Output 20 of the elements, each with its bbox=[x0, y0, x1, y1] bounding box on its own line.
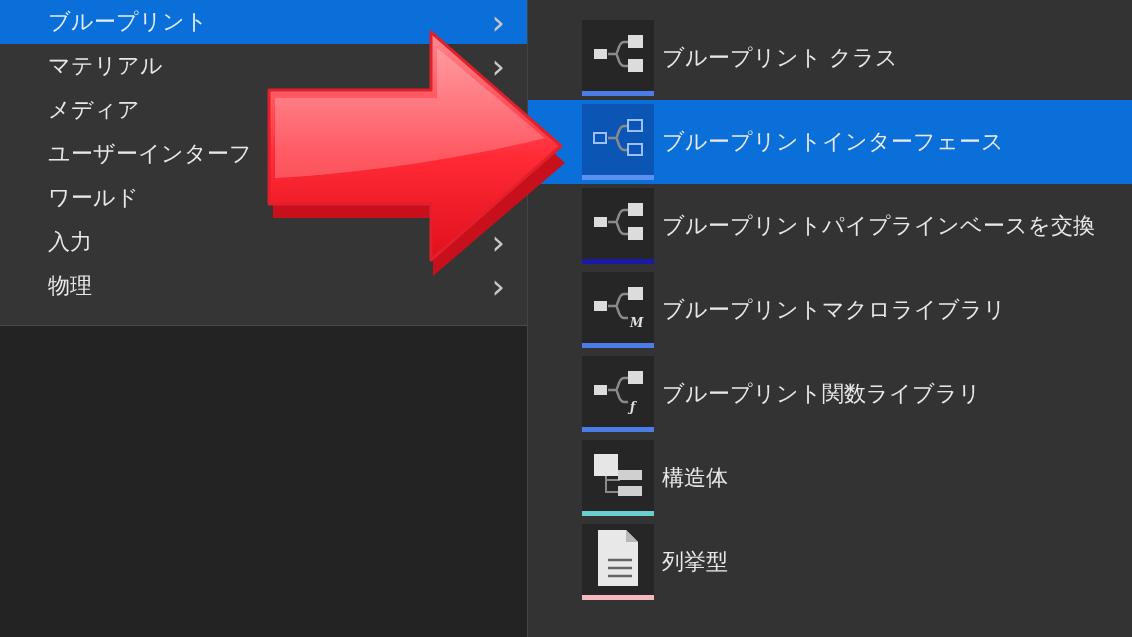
submenu-item[interactable]: ブループリントインターフェース bbox=[528, 100, 1132, 184]
icon-letter: M bbox=[630, 316, 644, 330]
menu-item[interactable]: 入力 bbox=[48, 227, 92, 257]
menu-item[interactable]: ユーザーインターフ bbox=[48, 139, 252, 169]
menu-item[interactable]: ワールド bbox=[48, 183, 139, 213]
menu-item[interactable]: マテリアル bbox=[48, 51, 163, 81]
chevron-right-icon: › bbox=[491, 49, 505, 83]
submenu-item[interactable]: ブループリント クラス bbox=[528, 16, 1132, 100]
menu-item[interactable]: ブループリント bbox=[48, 7, 208, 37]
chevron-right-icon: › bbox=[491, 269, 505, 303]
submenu-item[interactable]: ブループリントパイプラインベースを交換 bbox=[528, 184, 1132, 268]
submenu-item[interactable]: 構造体 bbox=[528, 436, 1132, 520]
submenu-item[interactable]: 列挙型 bbox=[528, 520, 1132, 604]
icon-letter: ƒ bbox=[630, 400, 636, 414]
chevron-right-icon: › bbox=[491, 225, 505, 259]
chevron-right-icon: › bbox=[491, 5, 505, 39]
submenu-item[interactable]: ƒ ブループリント関数ライブラリ bbox=[528, 352, 1132, 436]
menu-item[interactable]: 物理 bbox=[48, 271, 92, 301]
submenu-item[interactable]: M ブループリントマクロライブラリ bbox=[528, 268, 1132, 352]
menu-item[interactable]: メディア bbox=[48, 95, 140, 125]
